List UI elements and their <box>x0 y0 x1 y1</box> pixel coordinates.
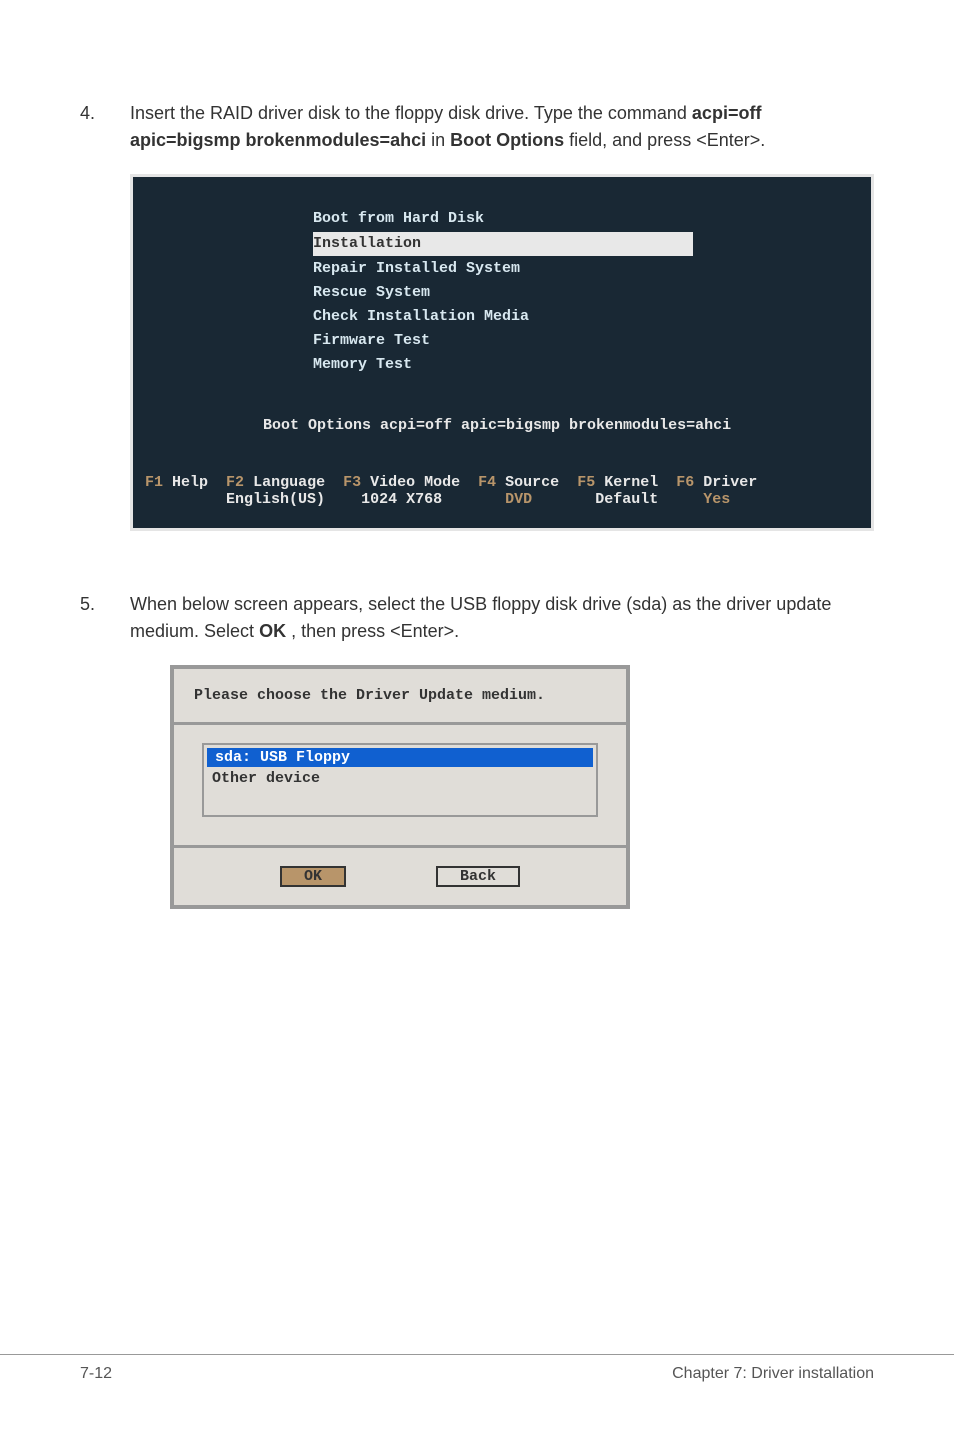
flabel: Kernel <box>604 474 658 491</box>
back-button[interactable]: Back <box>436 866 520 887</box>
fvalue: 1024 X768 <box>343 491 460 508</box>
flabel: Video Mode <box>370 474 460 491</box>
fvalue: DVD <box>478 491 559 508</box>
page-content: 4. Insert the RAID driver disk to the fl… <box>0 0 954 909</box>
text-segment: Insert the RAID driver disk to the flopp… <box>130 103 692 123</box>
text-bold: Boot Options <box>450 130 564 150</box>
boot-footer: F1 Help F2 Language English(US) F3 Video… <box>133 474 871 518</box>
dialog-body: sda: USB Floppy Other device <box>174 725 626 848</box>
dialog-buttons: OK Back <box>174 848 626 905</box>
device-item[interactable]: Other device <box>204 770 596 787</box>
fkey: F5 <box>577 474 595 491</box>
text-segment: in <box>431 130 450 150</box>
fvalue: Default <box>577 491 658 508</box>
step-number: 4. <box>80 100 130 154</box>
page-number: 7-12 <box>80 1365 112 1383</box>
flabel: Help <box>172 474 208 491</box>
ok-button[interactable]: OK <box>280 866 346 887</box>
fvalue: Yes <box>676 491 757 508</box>
step-text: When below screen appears, select the US… <box>130 591 874 645</box>
text-segment: When below screen appears, select the US… <box>130 594 831 641</box>
device-item-selected[interactable]: sda: USB Floppy <box>207 748 593 767</box>
boot-menu-item[interactable]: Boot from Hard Disk <box>313 207 871 231</box>
fkey: F1 <box>145 474 163 491</box>
flabel: Source <box>505 474 559 491</box>
dialog-title: Please choose the Driver Update medium. <box>174 669 626 725</box>
step-5: 5. When below screen appears, select the… <box>80 591 874 645</box>
step-number: 5. <box>80 591 130 645</box>
text-bold: OK <box>259 621 286 641</box>
boot-screen: Boot from Hard Disk Installation Repair … <box>130 174 874 531</box>
boot-menu-item[interactable]: Check Installation Media <box>313 305 871 329</box>
boot-options-field[interactable]: Boot Options acpi=off apic=bigsmp broken… <box>263 417 871 434</box>
boot-menu: Boot from Hard Disk Installation Repair … <box>313 207 871 377</box>
page-footer: 7-12 Chapter 7: Driver installation <box>0 1354 954 1383</box>
flabel: Driver <box>703 474 757 491</box>
boot-menu-item[interactable]: Firmware Test <box>313 329 871 353</box>
footer-f4: F4 Source DVD <box>478 474 559 508</box>
footer-f2: F2 Language English(US) <box>226 474 325 508</box>
footer-f5: F5 Kernel Default <box>577 474 658 508</box>
boot-menu-item[interactable]: Rescue System <box>313 281 871 305</box>
text-segment: , then press <Enter>. <box>291 621 459 641</box>
step-4: 4. Insert the RAID driver disk to the fl… <box>80 100 874 154</box>
fkey: F4 <box>478 474 496 491</box>
boot-menu-item[interactable]: Repair Installed System <box>313 257 871 281</box>
driver-update-dialog: Please choose the Driver Update medium. … <box>170 665 630 909</box>
fkey: F6 <box>676 474 694 491</box>
footer-f6: F6 Driver Yes <box>676 474 757 508</box>
device-list: sda: USB Floppy Other device <box>202 743 598 817</box>
boot-menu-item-selected[interactable]: Installation <box>313 232 693 256</box>
fvalue: English(US) <box>226 491 325 508</box>
chapter-title: Chapter 7: Driver installation <box>672 1365 874 1383</box>
footer-f3: F3 Video Mode 1024 X768 <box>343 474 460 508</box>
boot-menu-item[interactable]: Memory Test <box>313 353 871 377</box>
footer-f1: F1 Help <box>145 474 208 508</box>
fkey: F3 <box>343 474 361 491</box>
step-text: Insert the RAID driver disk to the flopp… <box>130 100 874 154</box>
fkey: F2 <box>226 474 244 491</box>
flabel: Language <box>253 474 325 491</box>
text-segment: field, and press <Enter>. <box>569 130 765 150</box>
